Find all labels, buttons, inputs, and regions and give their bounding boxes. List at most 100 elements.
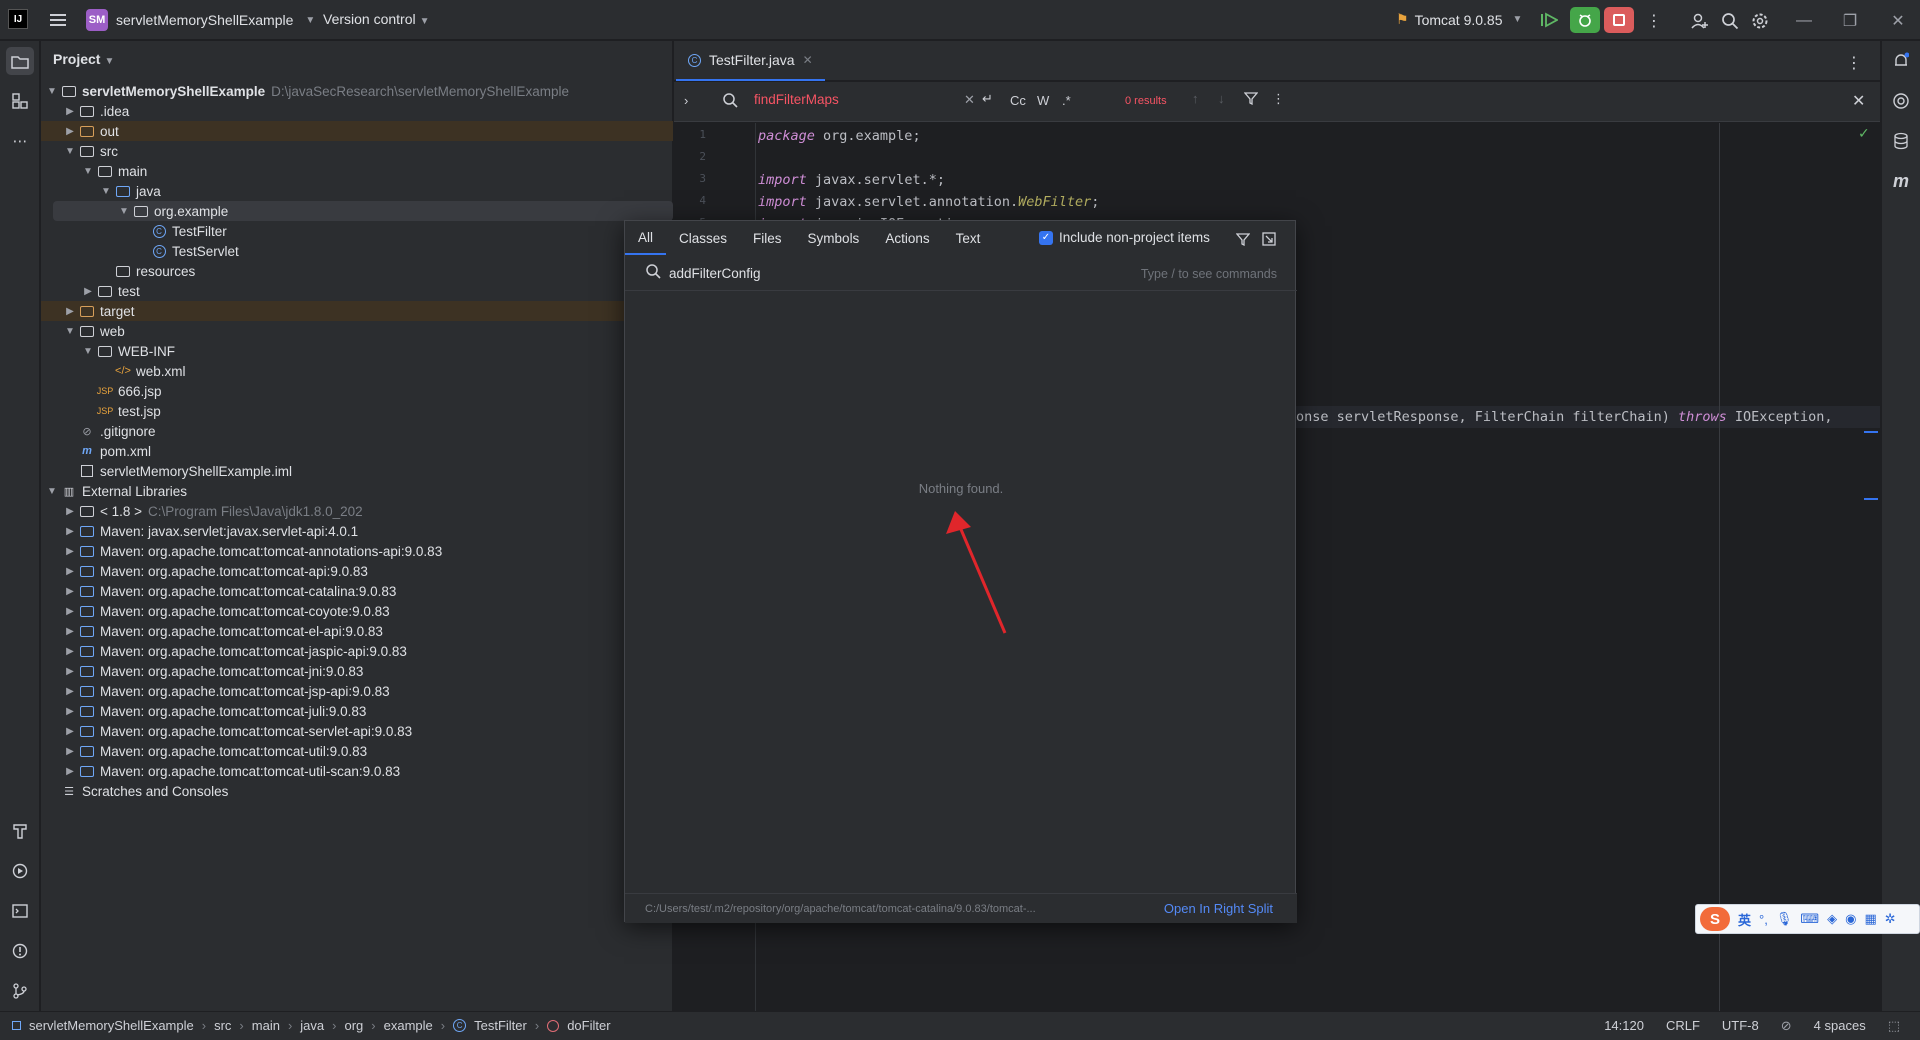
- close-icon[interactable]: ✕: [1884, 7, 1912, 35]
- keyboard-icon[interactable]: ⌨: [1800, 911, 1819, 927]
- git-branch-icon[interactable]: [6, 977, 34, 1005]
- close-find-icon[interactable]: ✕: [1852, 91, 1865, 111]
- project-switcher[interactable]: SM servletMemoryShellExample ▼: [86, 9, 315, 31]
- tree-row-library[interactable]: ▶ Maven: org.apache.tomcat:tomcat-annotat…: [41, 541, 673, 561]
- problems-icon[interactable]: [6, 937, 34, 965]
- maven-icon[interactable]: m: [1887, 167, 1915, 195]
- tab-actions[interactable]: Actions: [872, 221, 942, 255]
- tree-row-org-example[interactable]: ▼ org.example: [53, 201, 673, 221]
- breadcrumb-item[interactable]: java: [300, 1018, 324, 1033]
- tree-row-testfilter[interactable]: C TestFilter: [41, 221, 673, 241]
- debug-icon[interactable]: [1570, 7, 1600, 33]
- ime-mode-label[interactable]: 英: [1738, 910, 1751, 929]
- filter-icon[interactable]: [1233, 229, 1253, 249]
- clear-search-icon[interactable]: ✕: [964, 92, 975, 108]
- project-panel-title[interactable]: Project ▼: [53, 51, 114, 67]
- tree-row-library[interactable]: ▶ Maven: org.apache.tomcat:tomcat-juli:9.…: [41, 701, 673, 721]
- stop-icon[interactable]: [1604, 7, 1634, 33]
- tree-row-src[interactable]: ▼ src: [41, 141, 673, 161]
- tab-all[interactable]: All: [625, 221, 667, 255]
- tree-row-resources[interactable]: resources: [41, 261, 673, 281]
- match-case-toggle[interactable]: Cc: [1010, 93, 1026, 108]
- tree-row-scratches[interactable]: ☰ Scratches and Consoles: [41, 781, 673, 801]
- tree-row-library[interactable]: ▶ Maven: org.apache.tomcat:tomcat-coyote:…: [41, 601, 673, 621]
- more-horizontal-icon[interactable]: ⋯: [6, 127, 34, 155]
- tree-row-library[interactable]: ▶ Maven: org.apache.tomcat:tomcat-servlet…: [41, 721, 673, 741]
- run-config-selector[interactable]: ⚑ Tomcat 9.0.85 ▼: [1396, 11, 1522, 28]
- tree-row-iml[interactable]: servletMemoryShellExample.iml: [41, 461, 673, 481]
- tree-row-test[interactable]: ▶ test: [41, 281, 673, 301]
- hamburger-menu-icon[interactable]: [44, 6, 72, 34]
- settings-icon[interactable]: ✲: [1885, 911, 1896, 927]
- whole-word-toggle[interactable]: W: [1037, 93, 1049, 108]
- build-hammer-icon[interactable]: [6, 817, 34, 845]
- tree-row-main[interactable]: ▼ main: [41, 161, 673, 181]
- tree-row-external-libraries[interactable]: ▼ ▥ External Libraries: [41, 481, 673, 501]
- notifications-bell-icon[interactable]: [1887, 47, 1915, 75]
- tree-row-test-jsp[interactable]: JSP test.jsp: [41, 401, 673, 421]
- breadcrumb-item[interactable]: org: [345, 1018, 364, 1033]
- line-separator[interactable]: CRLF: [1666, 1018, 1700, 1034]
- microphone-icon[interactable]: 🎙: [1776, 911, 1793, 927]
- apps-grid-icon[interactable]: ▦: [1864, 911, 1876, 927]
- tree-row-pom[interactable]: m pom.xml: [41, 441, 673, 461]
- breadcrumb-item[interactable]: TestFilter: [474, 1018, 527, 1033]
- services-icon[interactable]: [6, 857, 34, 885]
- caret-position[interactable]: 14:120: [1604, 1018, 1644, 1034]
- expand-replace-icon[interactable]: ›: [684, 93, 688, 108]
- code-line-partial[interactable]: onse servletResponse, FilterChain filter…: [1296, 409, 1841, 425]
- restore-icon[interactable]: ❐: [1836, 7, 1864, 35]
- indent-setting[interactable]: 4 spaces: [1814, 1018, 1866, 1034]
- tree-row-testservlet[interactable]: C TestServlet: [41, 241, 673, 261]
- tree-row-library[interactable]: ▶ Maven: org.apache.tomcat:tomcat-util:9.…: [41, 741, 673, 761]
- tree-row-jdk[interactable]: ▶ < 1.8 > C:\Program Files\Java\jdk1.8.0…: [41, 501, 673, 521]
- tree-row-root[interactable]: ▼ servletMemoryShellExample D:\javaSecRe…: [41, 81, 673, 101]
- regex-toggle[interactable]: .*: [1062, 93, 1071, 108]
- tab-symbols[interactable]: Symbols: [795, 221, 873, 255]
- breadcrumb-item[interactable]: doFilter: [567, 1018, 610, 1033]
- structure-icon[interactable]: [6, 87, 34, 115]
- more-vertical-icon[interactable]: ⋮: [1640, 7, 1668, 35]
- search-icon[interactable]: [1716, 7, 1744, 35]
- folder-icon[interactable]: [6, 47, 34, 75]
- close-tab-icon[interactable]: ✕: [803, 53, 813, 67]
- breadcrumb-item[interactable]: src: [214, 1018, 231, 1033]
- no-problems-check-icon[interactable]: ✓: [1858, 125, 1870, 142]
- open-in-right-split-link[interactable]: Open In Right Split: [1164, 901, 1273, 916]
- breadcrumb-item[interactable]: example: [384, 1018, 433, 1033]
- tree-row-666-jsp[interactable]: JSP 666.jsp: [41, 381, 673, 401]
- tree-row-library[interactable]: ▶ Maven: org.apache.tomcat:tomcat-util-sc…: [41, 761, 673, 781]
- new-line-icon[interactable]: ↵: [982, 91, 993, 107]
- popup-search-field[interactable]: addFilterConfig Type / to see commands: [625, 257, 1297, 291]
- tree-row-library[interactable]: ▶ Maven: org.apache.tomcat:tomcat-jsp-api…: [41, 681, 673, 701]
- vcs-widget[interactable]: Version control ▼: [323, 11, 430, 27]
- gear-icon[interactable]: [1746, 7, 1774, 35]
- app-logo-icon[interactable]: IJ: [8, 9, 28, 29]
- sogou-logo-icon[interactable]: S: [1700, 907, 1730, 931]
- tree-row-java[interactable]: ▼ java: [41, 181, 673, 201]
- tree-row-idea[interactable]: ▶ .idea: [41, 101, 673, 121]
- game-icon[interactable]: ◉: [1845, 911, 1856, 927]
- tree-row-library[interactable]: ▶ Maven: org.apache.tomcat:tomcat-catalin…: [41, 581, 673, 601]
- run-icon[interactable]: [1536, 8, 1562, 32]
- tree-row-library[interactable]: ▶ Maven: org.apache.tomcat:tomcat-api:9.0…: [41, 561, 673, 581]
- tree-row-out[interactable]: ▶ out: [41, 121, 673, 141]
- terminal-icon[interactable]: [6, 897, 34, 925]
- minimize-icon[interactable]: —: [1790, 7, 1818, 35]
- next-occurrence-icon[interactable]: ↓: [1218, 91, 1225, 106]
- tree-row-library[interactable]: ▶ Maven: javax.servlet:javax.servlet-api:…: [41, 521, 673, 541]
- tree-row-library[interactable]: ▶ Maven: org.apache.tomcat:tomcat-jni:9.0…: [41, 661, 673, 681]
- tree-row-library[interactable]: ▶ Maven: org.apache.tomcat:tomcat-jaspic-…: [41, 641, 673, 661]
- code-line[interactable]: package org.example;: [758, 128, 921, 144]
- more-vertical-icon[interactable]: ⋮: [1272, 91, 1285, 107]
- search-history-icon[interactable]: [722, 92, 738, 111]
- tab-classes[interactable]: Classes: [666, 221, 740, 255]
- previous-occurrence-icon[interactable]: ↑: [1192, 91, 1199, 106]
- tab-testfilter-java[interactable]: C TestFilter.java ✕: [676, 41, 825, 81]
- breadcrumb-item[interactable]: servletMemoryShellExample: [29, 1018, 194, 1033]
- skin-icon[interactable]: ◈: [1827, 911, 1837, 927]
- tree-row-web-inf[interactable]: ▼ WEB-INF: [41, 341, 673, 361]
- include-non-project-checkbox[interactable]: ✓ Include non-project items: [1039, 230, 1210, 245]
- tree-row-target[interactable]: ▶ target: [41, 301, 673, 321]
- code-line[interactable]: import javax.servlet.annotation.WebFilte…: [758, 194, 1099, 210]
